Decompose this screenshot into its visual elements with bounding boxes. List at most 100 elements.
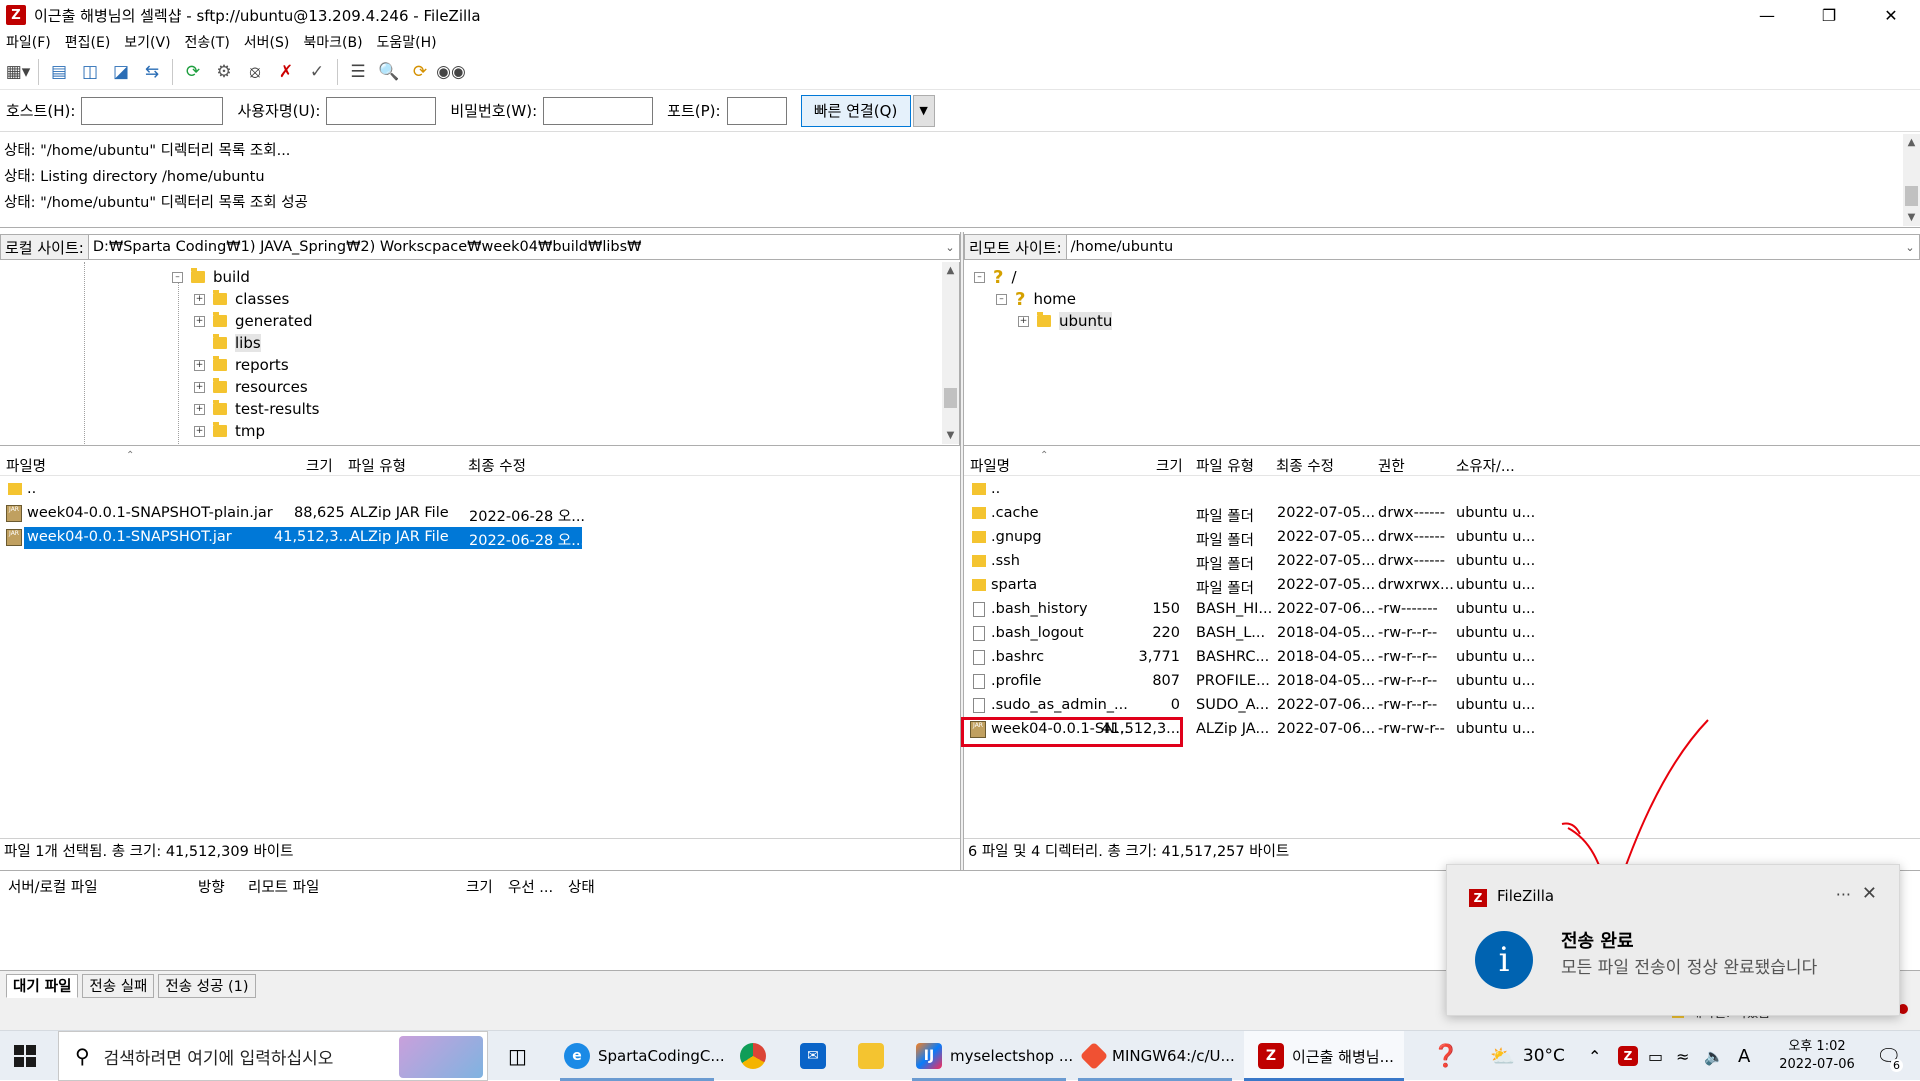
quickconnect-history-button[interactable]: ▼ bbox=[912, 94, 935, 127]
local-path-input[interactable]: D:₩Sparta Coding₩1) JAVA_Spring₩2) Works… bbox=[89, 239, 941, 255]
local-file-list[interactable]: 파일명 ⌃ 크기 파일 유형 최종 수정 .. JAR week04-0.0.1… bbox=[0, 450, 960, 836]
tree-item-resources[interactable]: + resources bbox=[194, 376, 308, 398]
help-icon[interactable]: ❓ bbox=[1432, 1031, 1459, 1081]
menu-transfer[interactable]: 전송(T) bbox=[185, 32, 230, 52]
sync-browse-icon[interactable]: ⟳ bbox=[406, 58, 434, 86]
chevron-down-icon[interactable]: ⌄ bbox=[941, 241, 959, 254]
file-row[interactable]: .cache 파일 폴더 2022-07-05... drwx------ ubuntu… bbox=[964, 502, 1920, 526]
expand-icon[interactable]: + bbox=[194, 425, 205, 437]
local-tree-scrollbar[interactable]: ▲ ▼ bbox=[942, 262, 959, 444]
tree-item-home[interactable]: –? home bbox=[996, 288, 1076, 310]
column-filename[interactable]: 파일명 bbox=[970, 455, 1010, 476]
column-filename[interactable]: 파일명 bbox=[6, 455, 46, 476]
collapse-icon[interactable]: – bbox=[974, 271, 985, 283]
start-button[interactable] bbox=[14, 1031, 36, 1081]
column-permissions[interactable]: 권한 bbox=[1378, 455, 1405, 476]
tree-item-tmp[interactable]: + tmp bbox=[194, 420, 265, 442]
message-log[interactable]: 상태: "/home/ubuntu" 디렉터리 목록 조회... 상태: Lis… bbox=[0, 134, 1920, 228]
tab-successful-transfers[interactable]: 전송 성공 (1) bbox=[158, 973, 256, 998]
column-modified[interactable]: 최종 수정 bbox=[1276, 455, 1334, 476]
file-row[interactable]: JAR week04-0.0.1-SNAPSHOT-plain.jar 88,6… bbox=[0, 502, 960, 526]
more-options-icon[interactable]: ··· bbox=[1836, 885, 1851, 904]
menu-view[interactable]: 보기(V) bbox=[124, 32, 170, 52]
volume-icon[interactable]: 🔈 bbox=[1704, 1031, 1724, 1081]
tree-item-build[interactable]: – build bbox=[172, 266, 250, 288]
column-size[interactable]: 크기 bbox=[1156, 455, 1183, 476]
taskbar-app-intellij[interactable]: IJ myselectshop ... bbox=[916, 1031, 1073, 1081]
site-manager-icon[interactable]: ▦▾ bbox=[4, 58, 32, 86]
queue-column-local[interactable]: 서버/로컬 파일 bbox=[8, 876, 98, 897]
cancel-icon[interactable]: ⦻ bbox=[241, 58, 269, 86]
chevron-down-icon[interactable]: ⌄ bbox=[1901, 241, 1919, 254]
file-row[interactable]: sparta 파일 폴더 2022-07-05... drwxrwx... ubuntu… bbox=[964, 574, 1920, 598]
wifi-icon[interactable]: ≈ bbox=[1676, 1031, 1689, 1081]
tray-filezilla-icon[interactable]: Z bbox=[1618, 1031, 1646, 1081]
chevron-up-icon[interactable]: ⌃ bbox=[1588, 1031, 1601, 1081]
queue-column-priority[interactable]: 우선 ... bbox=[508, 876, 553, 897]
column-modified[interactable]: 최종 수정 bbox=[468, 455, 526, 476]
file-row[interactable]: .. bbox=[964, 478, 1920, 502]
taskbar-app-filezilla[interactable]: Z 이근출 해병님... bbox=[1244, 1031, 1404, 1081]
queue-column-direction[interactable]: 방향 bbox=[198, 876, 225, 897]
close-icon[interactable]: ✕ bbox=[1862, 883, 1877, 904]
tree-item-libs[interactable]: libs bbox=[213, 332, 261, 354]
menu-file[interactable]: 파일(F) bbox=[6, 32, 51, 52]
menu-help[interactable]: 도움말(H) bbox=[377, 32, 437, 52]
log-scrollbar[interactable]: ▲ ▼ bbox=[1903, 134, 1920, 226]
minimize-button[interactable]: — bbox=[1738, 0, 1796, 30]
password-input[interactable] bbox=[543, 96, 654, 125]
host-input[interactable] bbox=[81, 96, 224, 125]
file-row[interactable]: .sudo_as_admin_... 0 SUDO_A... 2022-07-06..… bbox=[964, 694, 1920, 718]
taskbar-app-explorer[interactable] bbox=[858, 1031, 892, 1081]
scroll-down-icon[interactable]: ▼ bbox=[942, 427, 959, 444]
file-row-selected[interactable]: JAR week04-0.0.1-SNAPSHOT.jar 41,512,3..… bbox=[0, 526, 960, 550]
weather-widget[interactable]: ⛅ 30°C bbox=[1490, 1031, 1565, 1081]
taskbar-app-chrome[interactable] bbox=[740, 1031, 774, 1081]
file-row[interactable]: .ssh 파일 폴더 2022-07-05... drwx------ ubuntu u… bbox=[964, 550, 1920, 574]
tree-item-reports[interactable]: + reports bbox=[194, 354, 289, 376]
remote-directory-tree[interactable]: –? / –? home + ubuntu bbox=[964, 262, 1920, 446]
collapse-icon[interactable]: – bbox=[172, 271, 183, 283]
file-row[interactable]: .. bbox=[0, 478, 960, 502]
taskbar-app-git-bash[interactable]: MINGW64:/c/U... bbox=[1079, 1031, 1235, 1081]
username-input[interactable] bbox=[326, 96, 437, 125]
taskbar-app-mail[interactable]: ✉ bbox=[800, 1031, 834, 1081]
expand-icon[interactable]: + bbox=[194, 293, 205, 305]
menu-edit[interactable]: 편집(E) bbox=[65, 32, 111, 52]
expand-icon[interactable]: + bbox=[194, 315, 205, 327]
close-button[interactable]: ✕ bbox=[1862, 0, 1920, 30]
tab-queued-files[interactable]: 대기 파일 bbox=[6, 973, 79, 998]
tree-item-test-results[interactable]: + test-results bbox=[194, 398, 319, 420]
transfer-complete-toast[interactable]: Z FileZilla ··· ✕ i 전송 완료 모든 파일 전송이 정상 완… bbox=[1446, 864, 1900, 1016]
file-row[interactable]: .gnupg 파일 폴더 2022-07-05... drwx------ ubuntu… bbox=[964, 526, 1920, 550]
taskbar-search[interactable]: ⚲ 검색하려면 여기에 입력하십시오 bbox=[58, 1031, 488, 1081]
column-type[interactable]: 파일 유형 bbox=[348, 455, 406, 476]
queue-column-size[interactable]: 크기 bbox=[466, 876, 493, 897]
notification-center-button[interactable]: 🗨 6 bbox=[1876, 1031, 1903, 1081]
quickconnect-button[interactable]: 빠른 연결(Q) bbox=[800, 94, 911, 127]
scroll-thumb[interactable] bbox=[1905, 186, 1918, 206]
collapse-icon[interactable]: – bbox=[996, 293, 1007, 305]
column-owner[interactable]: 소유자/... bbox=[1456, 455, 1515, 476]
maximize-button[interactable]: ❐ bbox=[1800, 0, 1858, 30]
taskbar-app-edge[interactable]: e SpartaCodingC... bbox=[564, 1031, 725, 1081]
clock[interactable]: 오후 1:02 2022-07-06 bbox=[1768, 1031, 1866, 1081]
disconnect-icon[interactable]: ✗ bbox=[272, 58, 300, 86]
remote-file-list[interactable]: 파일명 ⌃ 크기 파일 유형 최종 수정 권한 소유자/... .. .cache… bbox=[961, 450, 1920, 836]
expand-icon[interactable]: + bbox=[1018, 315, 1029, 327]
file-row[interactable]: .bash_logout 220 BASH_L... 2018-04-05... -rw… bbox=[964, 622, 1920, 646]
local-directory-tree[interactable]: – build + classes + generated libs + reports… bbox=[0, 262, 960, 446]
file-row[interactable]: .bashrc 3,771 BASHRC... 2018-04-05... -rw-r-… bbox=[964, 646, 1920, 670]
menu-bookmarks[interactable]: 북마크(B) bbox=[303, 32, 362, 52]
tree-item-generated[interactable]: + generated bbox=[194, 310, 312, 332]
file-row[interactable]: .profile 807 PROFILE... 2018-04-05... -rw-r-… bbox=[964, 670, 1920, 694]
toggle-log-icon[interactable]: ▤ bbox=[45, 58, 73, 86]
scroll-up-icon[interactable]: ▲ bbox=[1903, 134, 1920, 151]
toggle-local-tree-icon[interactable]: ◫ bbox=[76, 58, 104, 86]
search-icon[interactable]: ◉◉ bbox=[436, 58, 466, 86]
queue-column-status[interactable]: 상태 bbox=[568, 876, 595, 897]
tree-item-root[interactable]: –? / bbox=[974, 266, 1017, 288]
scroll-down-icon[interactable]: ▼ bbox=[1903, 209, 1920, 226]
remote-path-input[interactable]: /home/ubuntu bbox=[1067, 239, 1901, 255]
file-row[interactable]: .bash_history 150 BASH_HI... 2022-07-06... -… bbox=[964, 598, 1920, 622]
